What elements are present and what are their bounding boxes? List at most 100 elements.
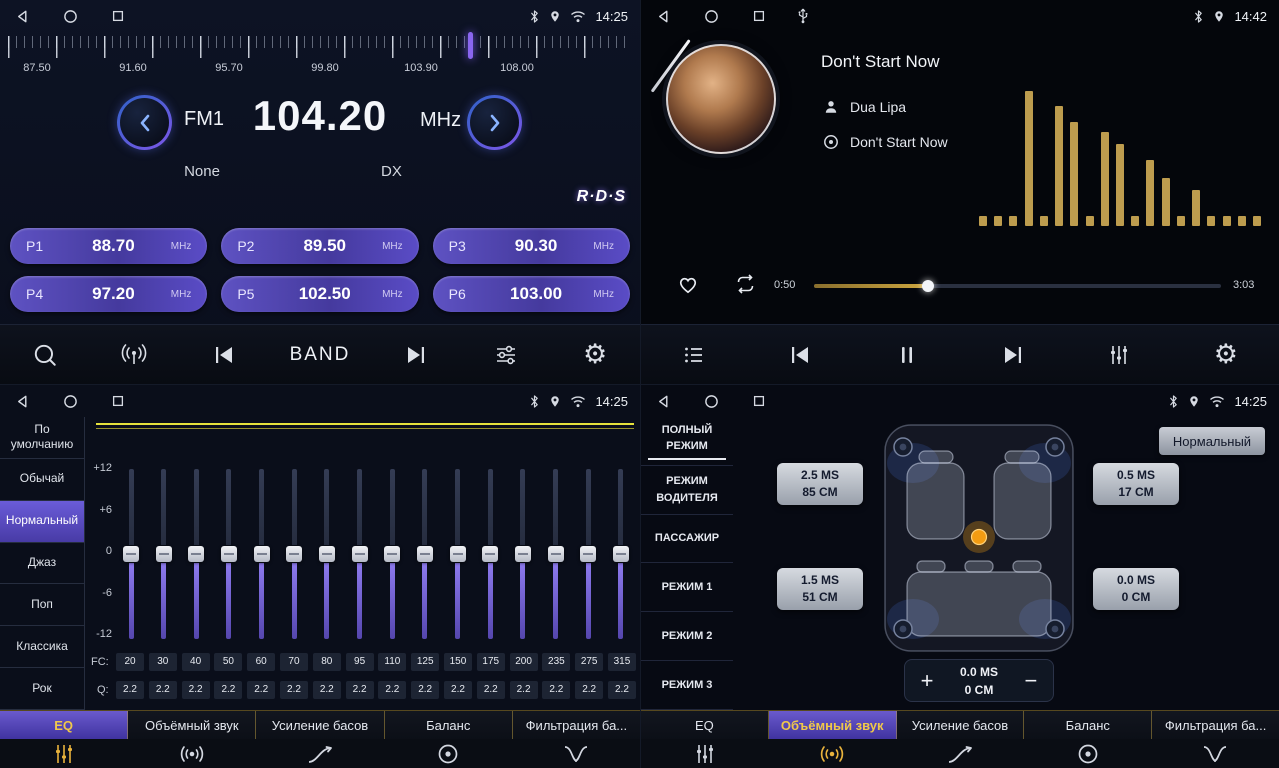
eq-band-slider[interactable] [116, 469, 146, 639]
radio-preset-button[interactable]: P3 90.30 MHz [433, 228, 630, 264]
eq-slider-handle[interactable] [548, 546, 564, 562]
audio-tab[interactable]: Усиление басов [897, 711, 1025, 739]
eq-slider-handle[interactable] [417, 546, 433, 562]
eq-slider-handle[interactable] [482, 546, 498, 562]
radio-preset-button[interactable]: P4 97.20 MHz [10, 276, 207, 312]
tab-icon-eq[interactable] [641, 739, 769, 768]
eq-slider-handle[interactable] [352, 546, 368, 562]
tab-icon-bass-boost[interactable] [256, 739, 384, 768]
eq-band-slider[interactable] [181, 469, 211, 639]
nav-recents-button[interactable] [749, 391, 769, 411]
eq-band-slider[interactable] [377, 469, 407, 639]
eq-band-slider[interactable] [475, 469, 505, 639]
radio-broadcast-button[interactable] [110, 331, 158, 379]
eq-band-slider[interactable] [214, 469, 244, 639]
frequency-scale[interactable] [8, 36, 632, 58]
delay-rear-right-button[interactable]: 0.0 MS 0 CM [1093, 568, 1179, 610]
delay-front-right-button[interactable]: 0.5 MS 17 CM [1093, 463, 1179, 505]
tab-icon-filter[interactable] [512, 739, 640, 768]
eq-band-slider[interactable] [149, 469, 179, 639]
skip-next-button[interactable] [392, 331, 440, 379]
nav-home-button[interactable] [701, 391, 721, 411]
settings-gear-button[interactable]: ⚙ [1202, 331, 1250, 379]
eq-slider-handle[interactable] [319, 546, 335, 562]
eq-preset-item[interactable]: Поп [0, 584, 84, 626]
nav-home-button[interactable] [701, 6, 721, 26]
eq-band-slider[interactable] [541, 469, 571, 639]
eq-slider-handle[interactable] [580, 546, 596, 562]
audio-tab[interactable]: EQ [641, 711, 769, 739]
tab-icon-bass-boost[interactable] [896, 739, 1024, 768]
eq-band-slider[interactable] [247, 469, 277, 639]
sound-mode-item[interactable]: РЕЖИМ 3 [641, 661, 733, 710]
tab-icon-balance[interactable] [1024, 739, 1152, 768]
nav-recents-button[interactable] [108, 6, 128, 26]
eq-preset-item[interactable]: Рок [0, 668, 84, 710]
tab-icon-eq[interactable] [0, 739, 128, 768]
tuning-needle[interactable] [468, 32, 473, 59]
audio-tab[interactable]: Фильтрация ба... [1152, 711, 1279, 739]
nav-home-button[interactable] [60, 6, 80, 26]
audio-tab[interactable]: Объёмный звук [128, 711, 256, 739]
radio-preset-button[interactable]: P2 89.50 MHz [221, 228, 418, 264]
radio-preset-button[interactable]: P6 103.00 MHz [433, 276, 630, 312]
tab-icon-surround[interactable] [128, 739, 256, 768]
audio-tab[interactable]: Баланс [1024, 711, 1152, 739]
nav-back-button[interactable] [12, 391, 32, 411]
nav-recents-button[interactable] [108, 391, 128, 411]
playlist-button[interactable] [670, 331, 718, 379]
eq-slider-handle[interactable] [221, 546, 237, 562]
nav-home-button[interactable] [60, 391, 80, 411]
eq-slider-handle[interactable] [384, 546, 400, 562]
audio-settings-button[interactable] [482, 331, 530, 379]
audio-tab[interactable]: EQ [0, 711, 128, 739]
audio-tab[interactable]: Объёмный звук [769, 711, 897, 739]
seek-bar[interactable] [814, 284, 1221, 288]
scan-search-button[interactable] [21, 331, 69, 379]
radio-preset-button[interactable]: P1 88.70 MHz [10, 228, 207, 264]
skip-prev-button[interactable] [776, 331, 824, 379]
eq-band-slider[interactable] [345, 469, 375, 639]
eq-preset-item[interactable]: Нормальный [0, 501, 84, 543]
eq-slider-handle[interactable] [123, 546, 139, 562]
eq-preset-item[interactable]: Джаз [0, 543, 84, 585]
favorite-button[interactable] [675, 272, 701, 296]
skip-next-button[interactable] [989, 331, 1037, 379]
sound-mode-item[interactable]: РЕЖИМ 2 [641, 612, 733, 661]
audio-tab[interactable]: Усиление басов [256, 711, 384, 739]
delay-rear-left-button[interactable]: 1.5 MS 51 CM [777, 568, 863, 610]
nav-recents-button[interactable] [749, 6, 769, 26]
eq-slider-handle[interactable] [450, 546, 466, 562]
eq-band-slider[interactable] [279, 469, 309, 639]
radio-preset-button[interactable]: P5 102.50 MHz [221, 276, 418, 312]
eq-slider-handle[interactable] [156, 546, 172, 562]
eq-band-slider[interactable] [508, 469, 538, 639]
eq-slider-handle[interactable] [188, 546, 204, 562]
audio-tab[interactable]: Фильтрация ба... [513, 711, 640, 739]
eq-band-slider[interactable] [573, 469, 603, 639]
pause-button[interactable] [883, 331, 931, 379]
eq-band-slider[interactable] [312, 469, 342, 639]
eq-band-slider[interactable] [410, 469, 440, 639]
eq-slider-handle[interactable] [254, 546, 270, 562]
settings-gear-button[interactable]: ⚙ [571, 331, 619, 379]
sound-profile-button[interactable]: Нормальный [1159, 427, 1265, 455]
eq-preset-item[interactable]: По умолчанию [0, 417, 84, 459]
nav-back-button[interactable] [12, 6, 32, 26]
eq-preset-item[interactable]: Классика [0, 626, 84, 668]
delay-front-left-button[interactable]: 2.5 MS 85 CM [777, 463, 863, 505]
sound-mode-item[interactable]: РЕЖИМ ВОДИТЕЛЯ [641, 466, 733, 515]
sound-mode-item[interactable]: РЕЖИМ 1 [641, 563, 733, 612]
eq-preset-item[interactable]: Обычай [0, 459, 84, 501]
seek-knob[interactable] [922, 280, 934, 292]
eq-band-slider[interactable] [606, 469, 636, 639]
eq-slider-handle[interactable] [613, 546, 629, 562]
tune-up-button[interactable] [467, 95, 522, 150]
band-button[interactable]: BAND [290, 331, 351, 379]
tab-icon-filter[interactable] [1151, 739, 1279, 768]
audio-tab[interactable]: Баланс [385, 711, 513, 739]
repeat-button[interactable] [732, 273, 759, 295]
sound-mode-item[interactable]: ПАССАЖИР [641, 515, 733, 564]
sound-mode-item[interactable]: ПОЛНЫЙ РЕЖИМ [641, 417, 733, 466]
skip-prev-button[interactable] [200, 331, 248, 379]
